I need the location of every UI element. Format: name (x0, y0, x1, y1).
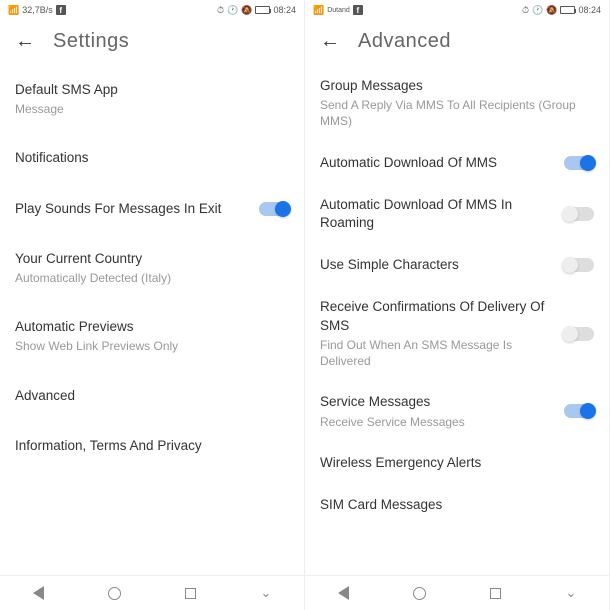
item-title: Advanced (15, 387, 289, 405)
item-sub: Find Out When An SMS Message Is Delivere… (320, 337, 554, 369)
signal-icon: 📶 (313, 5, 324, 16)
item-title: Automatic Previews (15, 318, 289, 336)
group-messages-item[interactable]: Group Messages Send A Reply Via MMS To A… (305, 63, 609, 140)
info-terms-item[interactable]: Information, Terms And Privacy (0, 419, 304, 469)
status-bar: 📶 32,7B/s f ⏱ 🕐 🔕 08:24 (0, 0, 304, 20)
dnd-icon: 🔕 (546, 5, 557, 16)
item-title: Wireless Emergency Alerts (320, 454, 594, 472)
item-sub: Automatically Detected (Italy) (15, 270, 289, 286)
settings-screen: 📶 32,7B/s f ⏱ 🕐 🔕 08:24 ← Settings Defau… (0, 0, 305, 610)
item-title: Use Simple Characters (320, 256, 554, 274)
item-sub: Message (15, 101, 289, 117)
nav-bar: ⌄ (0, 575, 304, 610)
nav-back-button[interactable] (335, 585, 351, 601)
nav-back-button[interactable] (30, 585, 46, 601)
advanced-screen: 📶 Dutand f ⏱ 🕐 🔕 08:24 ← Advanced Group … (305, 0, 610, 610)
clock-icon: 🕐 (532, 5, 543, 16)
nav-drawer-button[interactable]: ⌄ (563, 585, 579, 601)
advanced-list: Group Messages Send A Reply Via MMS To A… (305, 63, 609, 575)
back-arrow-icon[interactable]: ← (15, 30, 35, 53)
item-sub: Receive Service Messages (320, 414, 554, 430)
signal-icon: 📶 (8, 5, 19, 16)
dnd-icon: 🔕 (241, 5, 252, 16)
nav-drawer-button[interactable]: ⌄ (258, 585, 274, 601)
page-title: Settings (53, 30, 129, 53)
item-title: Play Sounds For Messages In Exit (15, 200, 249, 218)
play-sounds-item[interactable]: Play Sounds For Messages In Exit (0, 182, 304, 232)
item-title: Automatic Download Of MMS (320, 154, 554, 172)
auto-download-roaming-toggle[interactable] (564, 207, 594, 221)
facebook-icon: f (353, 5, 363, 15)
page-title: Advanced (358, 30, 451, 53)
alarm-icon: ⏱ (522, 5, 529, 16)
previews-item[interactable]: Automatic Previews Show Web Link Preview… (0, 300, 304, 368)
play-sounds-toggle[interactable] (259, 202, 289, 216)
header: ← Settings (0, 20, 304, 63)
status-time: 08:24 (273, 5, 296, 15)
clock-icon: 🕐 (227, 5, 238, 16)
nav-recent-button[interactable] (182, 585, 198, 601)
nav-home-button[interactable] (106, 585, 122, 601)
sim-messages-item[interactable]: SIM Card Messages (305, 482, 609, 524)
item-title: Group Messages (320, 77, 594, 95)
item-title: Information, Terms And Privacy (15, 437, 289, 455)
item-title: Automatic Download Of MMS In Roaming (320, 196, 554, 232)
item-title: Default SMS App (15, 81, 289, 99)
service-messages-item[interactable]: Service Messages Receive Service Message… (305, 379, 609, 439)
alarm-icon: ⏱ (217, 5, 224, 16)
auto-download-mms-item[interactable]: Automatic Download Of MMS (305, 140, 609, 182)
item-sub: Send A Reply Via MMS To All Recipients (… (320, 97, 594, 129)
carrier-text: Dutand (327, 7, 350, 14)
facebook-icon: f (56, 5, 66, 15)
notifications-item[interactable]: Notifications (0, 131, 304, 181)
wireless-alerts-item[interactable]: Wireless Emergency Alerts (305, 440, 609, 482)
status-bar: 📶 Dutand f ⏱ 🕐 🔕 08:24 (305, 0, 609, 20)
auto-download-roaming-item[interactable]: Automatic Download Of MMS In Roaming (305, 182, 609, 242)
service-messages-toggle[interactable] (564, 404, 594, 418)
nav-home-button[interactable] (411, 585, 427, 601)
country-item[interactable]: Your Current Country Automatically Detec… (0, 232, 304, 300)
item-title: Your Current Country (15, 250, 289, 268)
battery-icon (560, 6, 575, 14)
delivery-confirmations-toggle[interactable] (564, 327, 594, 341)
advanced-item[interactable]: Advanced (0, 369, 304, 419)
item-title: Receive Confirmations Of Delivery Of SMS (320, 298, 554, 334)
item-sub: Show Web Link Previews Only (15, 338, 289, 354)
item-title: SIM Card Messages (320, 496, 594, 514)
default-sms-app-item[interactable]: Default SMS App Message (0, 63, 304, 131)
back-arrow-icon[interactable]: ← (320, 30, 340, 53)
nav-recent-button[interactable] (487, 585, 503, 601)
delivery-confirmations-item[interactable]: Receive Confirmations Of Delivery Of SMS… (305, 284, 609, 379)
item-title: Notifications (15, 149, 289, 167)
item-title: Service Messages (320, 393, 554, 411)
simple-characters-toggle[interactable] (564, 258, 594, 272)
auto-download-mms-toggle[interactable] (564, 156, 594, 170)
battery-icon (255, 6, 270, 14)
header: ← Advanced (305, 20, 609, 63)
network-speed: 32,7B/s (22, 5, 53, 15)
status-time: 08:24 (578, 5, 601, 15)
simple-characters-item[interactable]: Use Simple Characters (305, 242, 609, 284)
settings-list: Default SMS App Message Notifications Pl… (0, 63, 304, 575)
nav-bar: ⌄ (305, 575, 609, 610)
